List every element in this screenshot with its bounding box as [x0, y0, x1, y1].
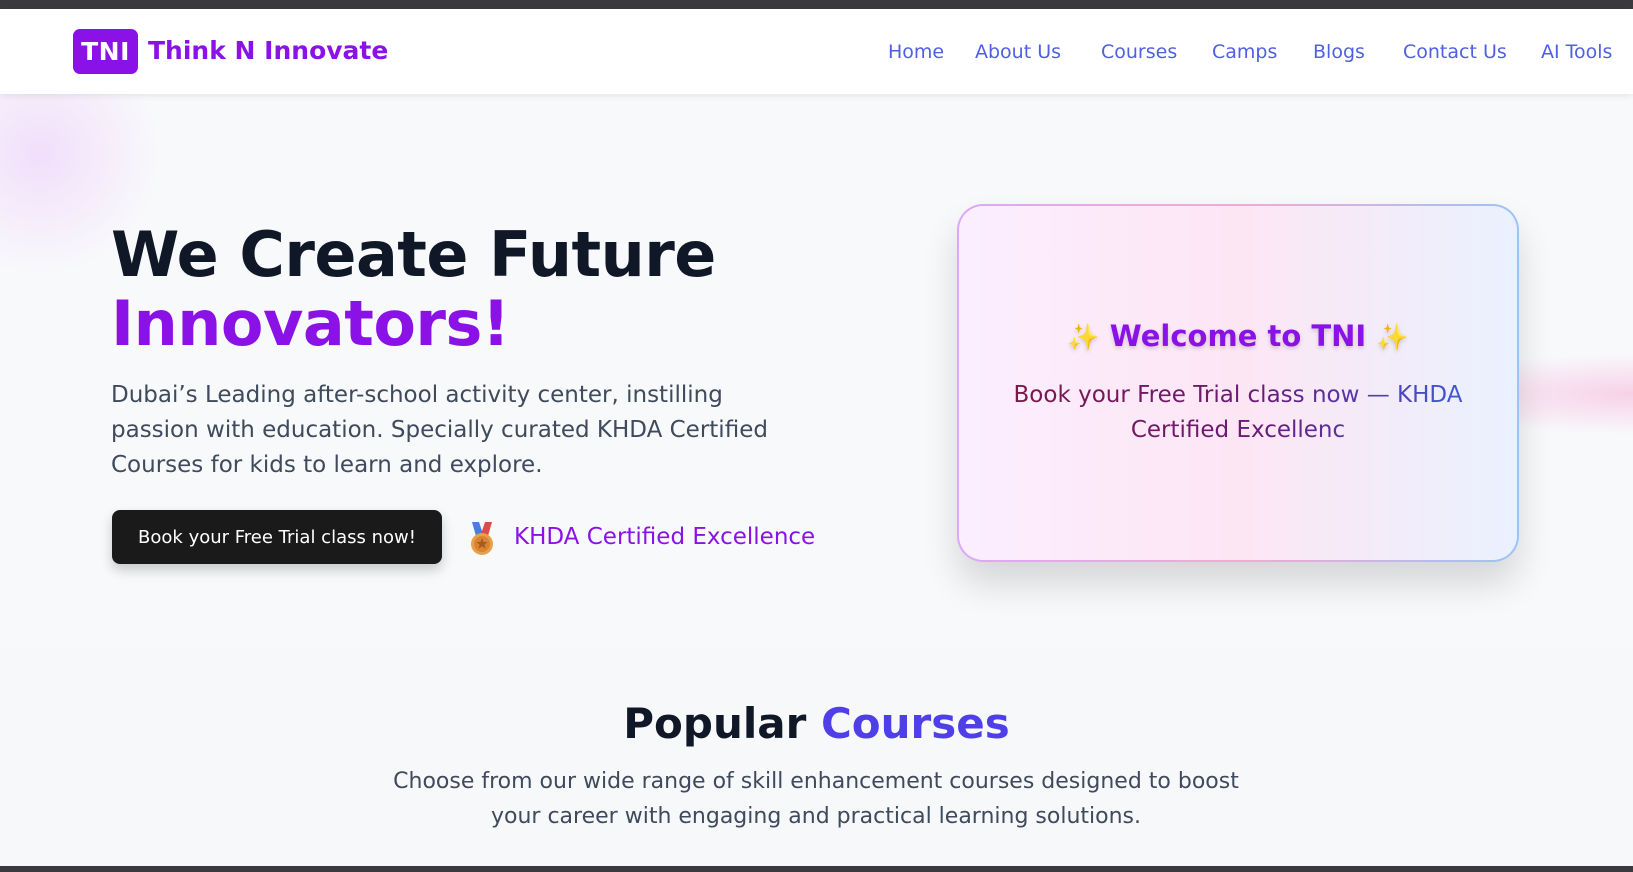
- nav-blogs[interactable]: Blogs: [1313, 41, 1365, 63]
- browser-bottom-edge: [0, 866, 1633, 872]
- section-description: Choose from our wide range of skill enha…: [393, 769, 1239, 829]
- khda-badge-text: KHDA Certified Excellence: [514, 524, 816, 550]
- navbar: TNI Think N Innovate Home About Us Cours…: [0, 9, 1633, 94]
- welcome-title-text: Welcome to TNI: [1109, 319, 1367, 353]
- sparkles-icon: ✨: [1376, 323, 1409, 353]
- hero-section: We Create Future Innovators! Dubai’s Lea…: [0, 94, 1633, 649]
- section-title-plain: Popular: [623, 699, 807, 748]
- section-title-accent: Courses: [820, 699, 1010, 748]
- book-free-trial-button[interactable]: Book your Free Trial class now!: [112, 510, 442, 564]
- section-title: Popular Courses: [0, 699, 1633, 748]
- nav-ai-tools[interactable]: AI Tools: [1541, 41, 1612, 63]
- hero-title: We Create Future: [111, 218, 716, 291]
- nav-camps[interactable]: Camps: [1212, 41, 1277, 63]
- nav-about-us[interactable]: About Us: [975, 41, 1061, 63]
- nav-menu: Home About Us Courses Camps Blogs Contac…: [0, 41, 1633, 71]
- medal-icon: [471, 522, 493, 555]
- hero-title-highlight: Innovators!: [111, 287, 510, 360]
- welcome-card: ✨ Welcome to TNI ✨ Book your Free Trial …: [957, 204, 1519, 562]
- nav-home[interactable]: Home: [888, 41, 944, 63]
- welcome-title: ✨ Welcome to TNI ✨: [959, 319, 1517, 353]
- hero-description: Dubai’s Leading after-school activity ce…: [111, 382, 768, 478]
- welcome-subtitle: Book your Free Trial class now — KHDA Ce…: [999, 378, 1477, 448]
- nav-contact-us[interactable]: Contact Us: [1403, 41, 1507, 63]
- popular-courses-section: Popular Courses Choose from our wide ran…: [0, 649, 1633, 866]
- nav-courses[interactable]: Courses: [1101, 41, 1177, 63]
- browser-top-edge: [0, 0, 1633, 9]
- sparkles-icon: ✨: [1067, 323, 1100, 353]
